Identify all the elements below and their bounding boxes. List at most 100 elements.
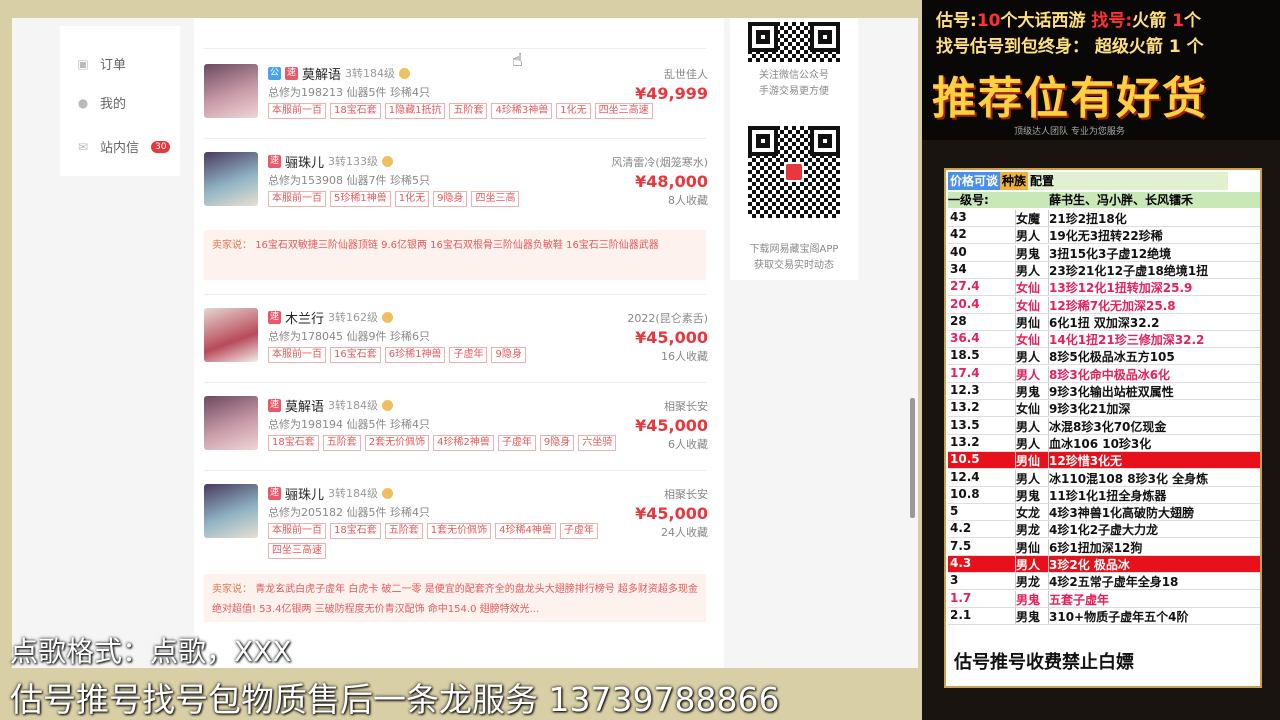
qr-panel: 关注微信公众号 手游交易更方便 下载网易藏宝阁APP 获取交易实时动态 [730, 18, 858, 280]
feature-chip: 本服前一百 [268, 103, 326, 119]
feature-chip: 18宝石套 [330, 103, 381, 119]
cell-price: 36.4 [948, 331, 1016, 348]
cell-price: 3 [948, 573, 1016, 590]
side-nav: ▣ 订单 ● 我的 ✉ 站内信 30 [60, 26, 180, 176]
overlay-text: 个大话西游 [1000, 11, 1086, 31]
feature-chip: 五阶套 [384, 523, 423, 539]
table-row: 4.3 男人 3珍2化 极品冰 [948, 556, 1260, 573]
feature-chip: 六坐骑 [578, 435, 617, 451]
cell-price: 42 [948, 227, 1016, 244]
feature-chip: 9隐身 [539, 435, 575, 451]
feature-chip: 四坐三高速 [594, 103, 653, 119]
cell-race: 男鬼 [1016, 486, 1049, 503]
feature-chip: 16宝石套 [330, 347, 381, 363]
table-row: 40 男鬼 3扭15化3子虚12绝境 [948, 244, 1260, 262]
table-row: 13.2 男人 血冰106 10珍3化 [948, 434, 1260, 452]
cell-price: 12.3 [948, 383, 1016, 399]
cell-race: 男人 [1016, 417, 1049, 434]
nav-label: 站内信 [100, 141, 140, 156]
table-row: 42 男人 19化无3扭转22珍稀 [948, 227, 1260, 245]
favorite-count: 8人收藏 [668, 194, 708, 207]
cell-price: 2.1 [948, 607, 1016, 624]
nav-item-mine[interactable]: ● 我的 [76, 93, 127, 113]
server-name: 乱世佳人 [664, 68, 708, 81]
qr-caption: 获取交易实时动态 [754, 260, 834, 271]
chip-list: 本服前一百 18宝石套 1隐藏1抵抗 五阶套 4珍稀3神兽 1化无 四坐三高速 [268, 103, 708, 119]
cell-config: 14化1扭21珍三修加深32.2 [1049, 333, 1205, 348]
table-row: 12.4 男人 冰110混108 8珍3化 全身炼 [948, 469, 1260, 487]
table-subheader: 一级号: 薛书生、冯小胖、长风镭禾 [948, 192, 1260, 208]
seller-note: 卖家说： 青龙玄武白虎子虚年 白虎卡 破二一零 是便宜的配套齐全的盘龙头大翅膀排… [204, 574, 706, 622]
feature-chip: 四坐三高速 [268, 543, 326, 559]
cell-race: 女魔 [1016, 210, 1049, 226]
cell-config: 8珍3化命中极品冰6化 [1049, 367, 1171, 382]
cell-price: 5 [948, 504, 1016, 521]
listing-info: 速 骊珠儿 3转184级 总修为205182 仙器5件 珍稀4只 本服前一百 1… [268, 484, 708, 559]
mail-icon: ✉ [77, 139, 89, 154]
cell-config: 13珍12化1扭转加深25.9 [1049, 281, 1193, 296]
table-row: 2.1 男鬼 310+物质子虚年五个4阶 [948, 607, 1260, 625]
cell-price: 10.8 [948, 486, 1016, 503]
seller-note: 卖家说： 16宝石双敏捷三阶仙器顶链 9.6亿银两 16宝石双根骨三阶仙器负敏鞋… [204, 230, 706, 280]
nav-item-orders[interactable]: ▣ 订单 [76, 54, 127, 74]
cell-price: 4.2 [948, 521, 1016, 538]
fast-tag: 速 [285, 66, 298, 80]
header-race: 种族 [1000, 172, 1029, 190]
cell-config: 21珍2扭18化 [1049, 212, 1127, 226]
overlay-line2: 找号估号到包终身： 超级火箭 1 个 [936, 37, 1204, 57]
header-price: 价格可谈 [948, 172, 1001, 190]
cell-race: 男仙 [1016, 313, 1049, 330]
cell-price: 28 [948, 313, 1016, 330]
character-level: 3转184级 [345, 67, 396, 80]
listing-item[interactable]: 速 骊珠儿 3转133级 总修为153908 仙器7件 珍稀5只 本服前一百 5… [204, 152, 708, 214]
listing-item[interactable]: 速 骊珠儿 3转184级 总修为205182 仙器5件 珍稀4只 本服前一百 1… [204, 484, 708, 564]
table-row: 5 女龙 4珍3神兽1化高破防大翅膀 [948, 504, 1260, 522]
nav-label: 我的 [100, 97, 127, 112]
seller-note-text: 青龙玄武白虎子虚年 白虎卡 破二一零 是便宜的配套齐全的盘龙头大翅膀排行榜号 超… [212, 584, 698, 615]
user-icon: ● [77, 95, 89, 110]
listing-item[interactable]: 速 木兰行 3转162级 总修为178045 仙器9件 珍稀6只 本服前一百 1… [204, 308, 708, 370]
cell-price: 12.4 [948, 469, 1016, 486]
cell-race: 男鬼 [1016, 590, 1049, 607]
divider [204, 470, 706, 471]
cell-race: 女仙 [1016, 400, 1049, 417]
table-row: 1.7 男鬼 五套子虚年 [948, 590, 1260, 608]
table-row: 20.4 女仙 12珍稀7化无加深25.8 [948, 296, 1260, 314]
cell-config: 血冰106 10珍3化 [1049, 436, 1152, 451]
cell-race: 男龙 [1016, 521, 1049, 538]
cell-price: 13.5 [948, 417, 1016, 434]
price: ¥48,000 [635, 172, 708, 191]
cell-price: 10.5 [948, 452, 1016, 469]
wechat-qr-code [748, 22, 840, 62]
feature-chip: 18宝石套 [268, 435, 319, 451]
feature-chip: 18宝石套 [330, 523, 381, 539]
nav-item-inbox[interactable]: ✉ 站内信 30 [76, 137, 171, 156]
feature-chip: 四坐三高 [471, 191, 520, 207]
cell-race: 男仙 [1016, 452, 1049, 469]
cell-price: 13.2 [948, 434, 1016, 451]
chip-list: 本服前一百 16宝石套 6珍稀1神兽 子虚年 9隐身 [268, 347, 708, 363]
subheader-label: 一级号: [948, 193, 989, 207]
listing-item[interactable]: 公 速 莫解语 3转184级 总修为198213 仙器5件 珍稀4只 本服前一百… [204, 64, 708, 126]
cell-config: 4珍3神兽1化高破防大翅膀 [1049, 506, 1195, 521]
listing-item[interactable]: 速 莫解语 3转184级 总修为198194 仙器5件 珍稀4只 18宝石套 五… [204, 396, 708, 458]
cell-race: 男人 [1016, 469, 1049, 486]
order-icon: ▣ [77, 56, 89, 71]
page-viewport: ▣ 订单 ● 我的 ✉ 站内信 30 公 速 莫解语 3转184级 总修为198… [12, 18, 918, 668]
nav-label: 订单 [100, 58, 127, 73]
table-row: 18.5 男人 8珍5化极品冰五方105 [948, 348, 1260, 366]
fast-tag: 速 [268, 154, 281, 168]
cell-config: 3珍2化 极品冰 [1049, 558, 1130, 572]
table-row: 4.2 男龙 4珍1化2子虚大力龙 [948, 521, 1260, 539]
listing-info: 速 木兰行 3转162级 总修为178045 仙器9件 珍稀6只 本服前一百 1… [268, 308, 708, 363]
feature-chip: 五阶套 [449, 103, 488, 119]
cell-config: 3扭15化3子虚12绝境 [1049, 246, 1172, 261]
cell-race: 男人 [1016, 365, 1049, 382]
cell-config: 9珍3化输出站桩双属性 [1049, 385, 1174, 399]
feature-chip: 本服前一百 [268, 347, 326, 363]
scrollbar[interactable] [910, 398, 915, 518]
feature-chip: 本服前一百 [268, 523, 326, 539]
overlay-text: 个 [1183, 11, 1201, 31]
feature-chip: 本服前一百 [268, 191, 326, 207]
cell-race: 男鬼 [1016, 383, 1049, 399]
